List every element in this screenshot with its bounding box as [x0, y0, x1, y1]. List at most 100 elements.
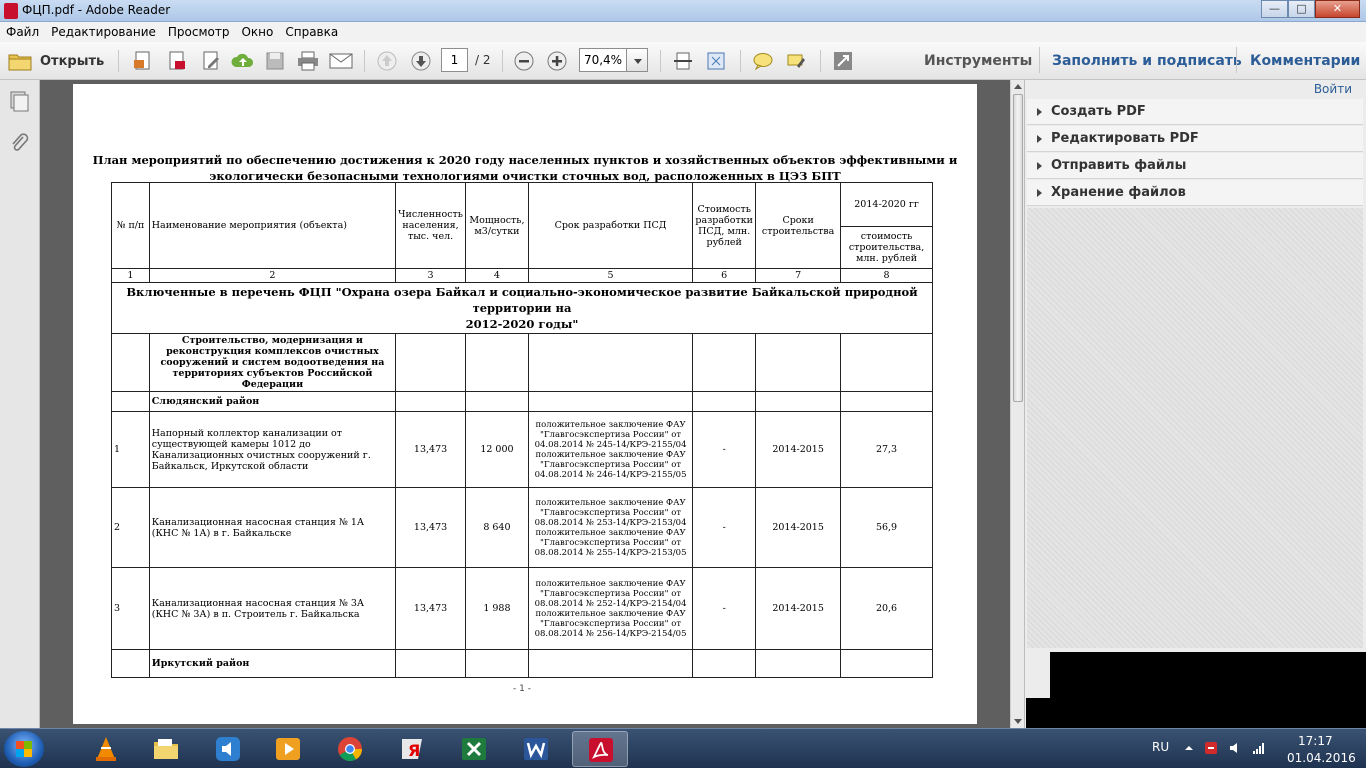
taskbar-vlc[interactable]	[78, 731, 134, 767]
zoom-out-button[interactable]	[511, 49, 537, 73]
measures-table: № п/п Наименование мероприятия (объекта)…	[111, 182, 933, 678]
menu-edit[interactable]: Редактирование	[45, 25, 162, 39]
excel-icon	[462, 738, 486, 760]
pdf-page: План мероприятий по обеспечению достижен…	[73, 84, 977, 724]
header-period: 2014-2020 гг	[840, 182, 933, 227]
clock-time[interactable]: 17:17	[1298, 734, 1333, 748]
psd-conclusion: положительное заключение ФАУ "Главгосэкс…	[534, 449, 687, 480]
minimize-button[interactable]: —	[1261, 0, 1288, 18]
create-pdf-button[interactable]	[130, 49, 156, 73]
page-number-input[interactable]: 1	[441, 48, 468, 72]
taskbar-adobe-reader[interactable]	[572, 731, 628, 767]
row-psd-term: положительное заключение ФАУ "Главгосэкс…	[527, 567, 694, 650]
expand-triangle-icon	[1037, 189, 1042, 197]
tools-pane: Войти Создать PDF Редактировать PDF Отпр…	[1024, 80, 1366, 728]
tab-comments[interactable]: Комментарии	[1250, 53, 1360, 69]
maximize-button[interactable]: □	[1288, 0, 1315, 18]
pencil-icon	[203, 51, 219, 70]
psd-conclusion: положительное заключение ФАУ "Главгосэкс…	[534, 497, 687, 528]
zoom-input[interactable]: 70,4%	[579, 48, 627, 72]
start-button[interactable]	[4, 731, 44, 767]
attachments-icon[interactable]	[8, 132, 30, 154]
save-icon	[266, 52, 284, 70]
document-title-line1: План мероприятий по обеспечению достижен…	[92, 153, 958, 167]
arrow-down-icon	[411, 51, 431, 71]
table-row: 2 Канализационная насосная станция № 1А …	[111, 487, 933, 568]
window-title: ФЦП.pdf - Adobe Reader	[22, 3, 171, 17]
expand-triangle-icon	[1037, 108, 1042, 116]
arrow-up-icon	[377, 51, 397, 71]
taskbar-player[interactable]	[260, 731, 316, 767]
next-page-button[interactable]	[408, 49, 434, 73]
taskbar-yandex[interactable]: Я	[384, 731, 440, 767]
network-icon[interactable]	[1252, 741, 1266, 755]
menu-window[interactable]: Окно	[235, 25, 279, 39]
upload-button[interactable]	[230, 49, 256, 73]
full-screen-button[interactable]	[830, 49, 856, 73]
highlight-button[interactable]	[783, 49, 809, 73]
comment-button[interactable]	[750, 49, 776, 73]
fit-width-button[interactable]	[670, 49, 696, 73]
folder-icon	[154, 739, 178, 759]
taskbar-word[interactable]	[508, 731, 564, 767]
document-viewport[interactable]: План мероприятий по обеспечению достижен…	[40, 80, 1010, 728]
toolbar-separator	[502, 50, 503, 72]
save-button[interactable]	[262, 49, 288, 73]
input-language[interactable]: RU	[1152, 740, 1169, 754]
panel-store-files[interactable]: Хранение файлов	[1027, 180, 1363, 206]
row-num: 3	[111, 567, 150, 650]
scrollbar-thumb[interactable]	[1013, 94, 1023, 402]
cloud-upload-icon	[231, 53, 254, 67]
header-num: № п/п	[111, 182, 150, 269]
taskbar-media[interactable]	[200, 731, 256, 767]
email-button[interactable]	[328, 49, 354, 73]
panel-edit-pdf[interactable]: Редактировать PDF	[1027, 126, 1363, 152]
zoom-in-button[interactable]	[544, 49, 570, 73]
row-name: Канализационная насосная станция № 1А (К…	[148, 487, 397, 568]
row-psd-term: положительное заключение ФАУ "Главгосэкс…	[527, 411, 694, 488]
scroll-down-arrow[interactable]	[1014, 719, 1022, 724]
panel-label: Редактировать PDF	[1051, 131, 1199, 146]
menu-file[interactable]: Файл	[0, 25, 45, 39]
taskbar-chrome[interactable]	[322, 731, 378, 767]
edit-pdf-button[interactable]	[198, 49, 224, 73]
zoom-dropdown-button[interactable]	[626, 48, 648, 72]
menu-bar: Файл Редактирование Просмотр Окно Справк…	[0, 22, 1366, 42]
header-psd-cost: Стоимость разработки ПСД, млн. рублей	[692, 182, 757, 269]
tab-fill-sign[interactable]: Заполнить и подписать	[1052, 53, 1242, 69]
table-row: 1 Напорный коллектор канализации от суще…	[111, 411, 933, 488]
col-number: 5	[527, 268, 694, 283]
col-number: 8	[840, 268, 933, 283]
chrome-icon	[338, 737, 362, 762]
scroll-up-arrow[interactable]	[1014, 84, 1022, 89]
menu-view[interactable]: Просмотр	[162, 25, 236, 39]
clock-date[interactable]: 01.04.2016	[1287, 751, 1356, 765]
row-term: 2014-2015	[755, 487, 842, 568]
tab-separator	[1236, 47, 1237, 73]
header-capacity: Мощность, м3/сутки	[464, 182, 529, 269]
vlc-icon	[96, 737, 116, 761]
show-hidden-icons-icon[interactable]	[1182, 741, 1196, 755]
fit-page-button[interactable]	[703, 49, 729, 73]
export-pdf-button[interactable]	[164, 49, 190, 73]
tab-tools[interactable]: Инструменты	[924, 53, 1032, 69]
sign-in-link[interactable]: Войти	[1314, 82, 1352, 96]
panel-send-files[interactable]: Отправить файлы	[1027, 153, 1363, 179]
col-number: 4	[464, 268, 529, 283]
window-controls: — □ ✕	[1261, 0, 1360, 18]
col-number: 2	[148, 268, 397, 283]
panel-create-pdf[interactable]: Создать PDF	[1027, 99, 1363, 125]
open-button[interactable]: Открыть	[8, 49, 104, 73]
prev-page-button[interactable]	[374, 49, 400, 73]
header-construction-cost: стоимость строительства, млн. рублей	[840, 226, 933, 269]
vertical-scrollbar[interactable]	[1010, 80, 1024, 728]
header-construction-term: Сроки строительства	[755, 182, 842, 269]
taskbar-excel[interactable]	[446, 731, 502, 767]
print-button[interactable]	[295, 49, 321, 73]
security-icon[interactable]	[1204, 741, 1218, 755]
page-thumbnails-icon[interactable]	[8, 90, 30, 112]
taskbar-explorer[interactable]	[138, 731, 194, 767]
close-button[interactable]: ✕	[1315, 0, 1360, 18]
menu-help[interactable]: Справка	[279, 25, 344, 39]
volume-icon[interactable]	[1228, 741, 1242, 755]
